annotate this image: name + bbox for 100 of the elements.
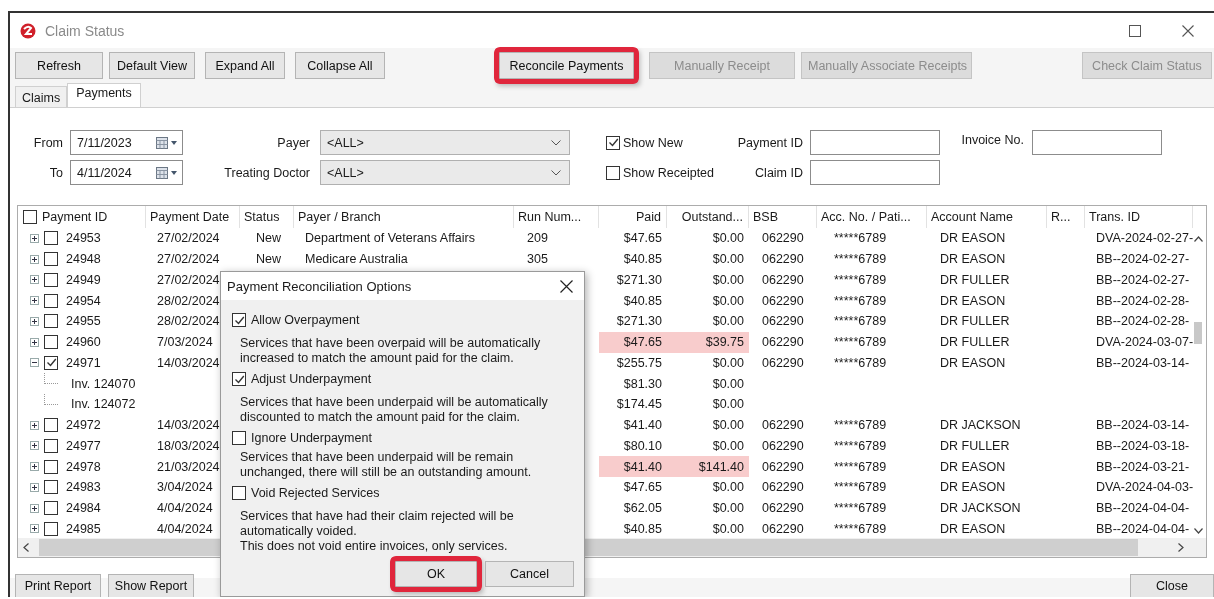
date-field[interactable]: 4/11/2024 bbox=[70, 160, 183, 185]
footer-button[interactable]: Print Report bbox=[15, 574, 101, 597]
dropdown[interactable]: <ALL> bbox=[320, 130, 570, 155]
table-cell: DR EASON bbox=[940, 480, 1006, 495]
checkbox[interactable] bbox=[44, 231, 58, 246]
checkbox[interactable] bbox=[232, 431, 246, 445]
table-cell: DVA-2024-02-27- bbox=[1096, 231, 1194, 246]
table-cell: 24984 bbox=[66, 501, 101, 516]
toolbar-button[interactable]: Expand All bbox=[205, 52, 285, 79]
column-header[interactable]: Run Num... bbox=[518, 210, 582, 224]
tree-item[interactable]: Inv. 124072 bbox=[71, 397, 136, 412]
table-cell: BB--2024-03-14- bbox=[1096, 418, 1190, 433]
expand-icon[interactable] bbox=[30, 482, 39, 492]
input-field[interactable] bbox=[810, 160, 940, 185]
expand-icon[interactable] bbox=[30, 233, 39, 243]
field-label: From bbox=[32, 135, 64, 150]
column-header[interactable]: Trans. ID bbox=[1089, 210, 1140, 224]
checkbox[interactable] bbox=[44, 418, 58, 433]
option-description: Services that have had their claim rejected will be automatically voided. bbox=[240, 509, 515, 539]
table-cell: *****6789 bbox=[834, 480, 887, 495]
checkbox[interactable] bbox=[44, 272, 58, 287]
checkbox-label: Ignore Underpayment bbox=[251, 431, 372, 445]
column-header[interactable]: Paid bbox=[635, 210, 661, 224]
column-header[interactable]: Account Name bbox=[931, 210, 1013, 224]
collapse-icon[interactable] bbox=[30, 358, 39, 368]
table-cell: New bbox=[256, 252, 281, 267]
close-icon bbox=[1182, 24, 1194, 37]
column-header[interactable]: Payment ID bbox=[42, 210, 108, 224]
checkbox[interactable] bbox=[44, 480, 58, 495]
checkbox[interactable] bbox=[44, 293, 58, 308]
table-cell: 14/03/2024 bbox=[157, 418, 220, 433]
column-header[interactable]: Outstand... bbox=[681, 210, 743, 224]
checkbox[interactable] bbox=[44, 314, 58, 329]
table-cell-text: $0.00 bbox=[711, 479, 745, 497]
footer-button[interactable]: Show Report bbox=[108, 574, 194, 597]
checkbox[interactable] bbox=[232, 486, 246, 500]
checkbox[interactable] bbox=[44, 521, 58, 536]
table-cell: 062290 bbox=[762, 418, 804, 433]
checkbox[interactable] bbox=[606, 165, 620, 180]
table-cell: *****6789 bbox=[834, 252, 887, 267]
table-cell-text: $0.00 bbox=[711, 500, 745, 518]
checkbox[interactable] bbox=[23, 210, 37, 224]
table-cell: *****6789 bbox=[834, 335, 887, 350]
expand-icon[interactable] bbox=[30, 441, 39, 451]
expand-icon[interactable] bbox=[30, 524, 39, 534]
input-field[interactable] bbox=[1032, 130, 1162, 155]
dropdown[interactable]: <ALL> bbox=[320, 160, 570, 185]
expand-icon[interactable] bbox=[30, 254, 39, 264]
checkbox[interactable] bbox=[44, 355, 58, 370]
chevron-down-icon bbox=[551, 169, 561, 176]
column-header[interactable]: Acc. No. / Pati... bbox=[821, 210, 911, 224]
expand-icon[interactable] bbox=[30, 296, 39, 306]
column-header[interactable]: Payment Date bbox=[150, 210, 230, 224]
expand-icon[interactable] bbox=[30, 503, 39, 513]
table-cell: 4/04/2024 bbox=[157, 521, 213, 536]
toolbar-button[interactable]: Refresh bbox=[15, 52, 103, 79]
checkbox[interactable] bbox=[606, 135, 620, 150]
expand-icon[interactable] bbox=[30, 462, 39, 472]
field-label: Treating Doctor bbox=[223, 165, 311, 180]
field-label: To bbox=[48, 165, 64, 180]
table-cell: 062290 bbox=[762, 355, 804, 370]
checkbox[interactable] bbox=[232, 313, 246, 327]
checkbox[interactable] bbox=[232, 372, 246, 386]
scroll-thumb[interactable] bbox=[1194, 322, 1202, 344]
column-header[interactable]: Status bbox=[244, 210, 280, 224]
table-cell-text: $40.85 bbox=[622, 251, 663, 269]
table-cell: $0.00 bbox=[712, 376, 744, 391]
table-cell: BB--2024-04-04- bbox=[1096, 521, 1190, 536]
checkbox[interactable] bbox=[44, 501, 58, 516]
expand-icon[interactable] bbox=[30, 337, 39, 347]
table-cell: 24978 bbox=[66, 459, 101, 474]
tree-item[interactable]: Inv. 124070 bbox=[71, 376, 136, 391]
table-cell: 062290 bbox=[762, 335, 804, 350]
expand-icon[interactable] bbox=[30, 275, 39, 285]
dialog-button[interactable]: Cancel bbox=[485, 561, 574, 587]
toolbar-button[interactable]: Collapse All bbox=[295, 52, 385, 79]
column-header[interactable]: Payer / Branch bbox=[298, 210, 381, 224]
checkbox[interactable] bbox=[44, 252, 58, 267]
table-cell-text: $255.75 bbox=[615, 354, 663, 372]
checkbox[interactable] bbox=[44, 438, 58, 453]
table-cell-text: $40.85 bbox=[622, 520, 663, 538]
checkbox[interactable] bbox=[44, 335, 58, 350]
table-cell: 062290 bbox=[762, 438, 804, 453]
toolbar-button[interactable]: Default View bbox=[109, 52, 195, 79]
checkbox[interactable] bbox=[44, 459, 58, 474]
expand-icon[interactable] bbox=[30, 420, 39, 430]
field-label: Claim ID bbox=[754, 165, 804, 180]
column-header[interactable]: BSB bbox=[753, 210, 778, 224]
table-cell: BB--2024-02-27- bbox=[1096, 272, 1190, 287]
close-icon bbox=[560, 279, 573, 293]
table-cell: 062290 bbox=[762, 521, 804, 536]
tab[interactable]: Claims bbox=[15, 86, 68, 107]
input-field[interactable] bbox=[810, 130, 940, 155]
column-header[interactable]: R... bbox=[1051, 210, 1071, 224]
tab[interactable]: Payments bbox=[67, 83, 141, 107]
footer-button[interactable]: Close bbox=[1130, 574, 1214, 597]
table-cell-text: $0.00 bbox=[711, 271, 745, 289]
date-field[interactable]: 7/11/2023 bbox=[70, 130, 183, 155]
expand-icon[interactable] bbox=[30, 316, 39, 326]
option-description: Services that have been overpaid will be automatically increased to match the amount paid for the claim. bbox=[240, 336, 542, 366]
